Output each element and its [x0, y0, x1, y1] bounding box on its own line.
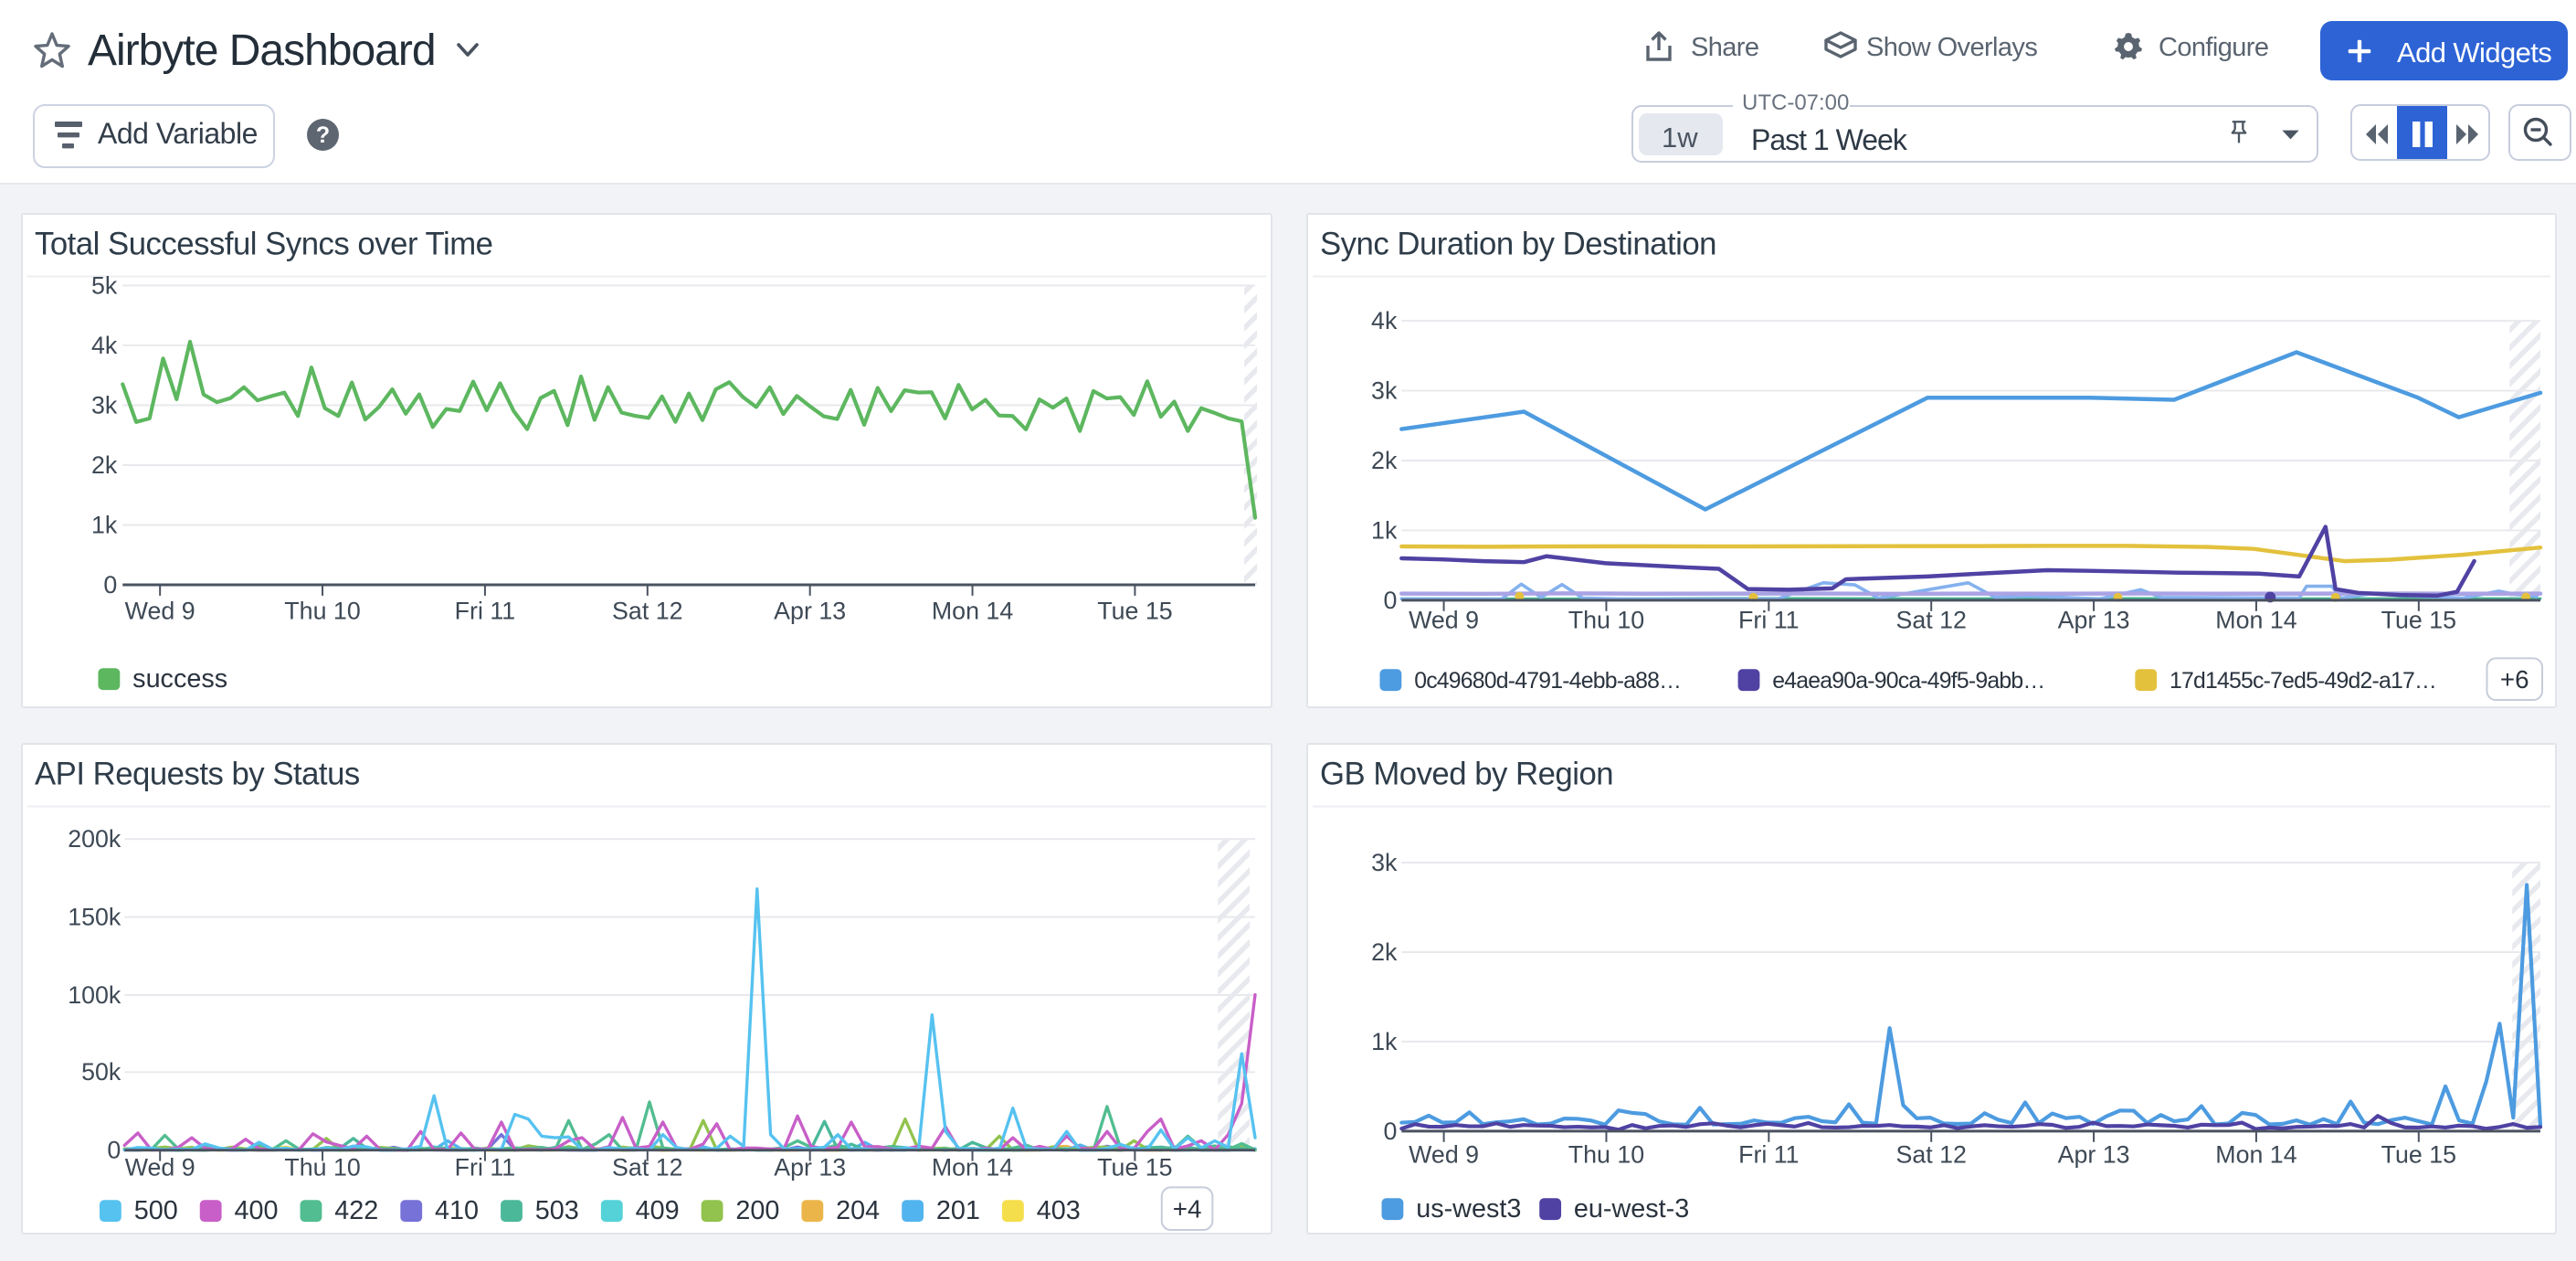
svg-text:3k: 3k [1371, 377, 1398, 405]
svg-text:3k: 3k [1371, 849, 1398, 876]
svg-text:0: 0 [1383, 1118, 1397, 1145]
svg-text:0: 0 [103, 571, 117, 599]
svg-text:Total Successful Syncs over Ti: Total Successful Syncs over Time [35, 228, 492, 262]
svg-text:50k: 50k [81, 1058, 121, 1086]
svg-text:success: success [132, 664, 227, 694]
svg-text:2k: 2k [1371, 447, 1398, 474]
svg-text:Thu 10: Thu 10 [1568, 1141, 1644, 1169]
svg-text:Wed 9: Wed 9 [1409, 607, 1479, 634]
svg-text:Tue 15: Tue 15 [2381, 607, 2456, 634]
svg-text:Fri 11: Fri 11 [1738, 607, 1800, 634]
svg-text:?: ? [316, 122, 330, 148]
svg-text:Fri 11: Fri 11 [1738, 1141, 1799, 1169]
svg-text:GB Moved by Region: GB Moved by Region [1320, 758, 1613, 792]
svg-text:422: 422 [334, 1196, 378, 1225]
svg-text:3k: 3k [91, 391, 118, 419]
svg-text:Sat 12: Sat 12 [612, 598, 682, 625]
svg-text:1k: 1k [91, 511, 118, 538]
svg-text:Fri 11: Fri 11 [455, 1153, 515, 1181]
svg-text:Apr 13: Apr 13 [2058, 607, 2130, 634]
svg-text:200k: 200k [68, 825, 121, 853]
svg-text:201: 201 [936, 1196, 980, 1225]
svg-text:Mon 14: Mon 14 [2215, 1141, 2296, 1169]
svg-text:403: 403 [1037, 1196, 1081, 1225]
svg-text:1k: 1k [1371, 1028, 1398, 1055]
svg-text:500: 500 [134, 1196, 178, 1225]
svg-text:API Requests by Status: API Requests by Status [35, 758, 360, 792]
svg-text:400: 400 [234, 1196, 278, 1225]
svg-text:503: 503 [535, 1196, 579, 1225]
svg-text:0c49680d-4791-4ebb-a88…: 0c49680d-4791-4ebb-a88… [1414, 669, 1681, 694]
svg-text:100k: 100k [68, 981, 121, 1009]
svg-text:e4aea90a-90ca-49f5-9abb…: e4aea90a-90ca-49f5-9abb… [1772, 669, 2044, 694]
svg-text:Sat 12: Sat 12 [1895, 1141, 1966, 1169]
svg-text:4k: 4k [91, 332, 118, 359]
svg-text:2k: 2k [91, 451, 118, 479]
svg-text:Thu 10: Thu 10 [1568, 607, 1644, 634]
svg-text:150k: 150k [68, 904, 121, 931]
svg-text:409: 409 [636, 1196, 680, 1225]
svg-text:Apr 13: Apr 13 [2058, 1141, 2130, 1169]
svg-text:Fri 11: Fri 11 [455, 598, 516, 625]
svg-text:Mon 14: Mon 14 [2215, 607, 2296, 634]
svg-text:Thu 10: Thu 10 [284, 1153, 360, 1181]
svg-text:Sync Duration by Destination: Sync Duration by Destination [1320, 228, 1716, 262]
svg-text:410: 410 [435, 1196, 479, 1225]
svg-text:2k: 2k [1371, 938, 1398, 966]
svg-text:Mon 14: Mon 14 [932, 1153, 1013, 1181]
svg-text:+4: +4 [1173, 1195, 1202, 1224]
svg-text:200: 200 [735, 1196, 779, 1225]
svg-text:us-west3: us-west3 [1416, 1194, 1521, 1224]
svg-text:Thu 10: Thu 10 [284, 598, 360, 625]
svg-text:Sat 12: Sat 12 [1895, 607, 1966, 634]
svg-text:Apr 13: Apr 13 [774, 598, 846, 625]
svg-text:4k: 4k [1371, 307, 1398, 334]
svg-text:Mon 14: Mon 14 [932, 598, 1013, 625]
svg-text:Wed 9: Wed 9 [1409, 1141, 1479, 1169]
svg-text:17d1455c-7ed5-49d2-a17…: 17d1455c-7ed5-49d2-a17… [2170, 669, 2436, 694]
svg-text:5k: 5k [91, 271, 118, 299]
svg-text:Tue 15: Tue 15 [2381, 1141, 2456, 1169]
svg-text:Sat 12: Sat 12 [612, 1153, 682, 1181]
svg-text:204: 204 [836, 1196, 880, 1225]
svg-text:Apr 13: Apr 13 [774, 1153, 846, 1181]
svg-text:0: 0 [1383, 587, 1397, 614]
svg-text:0: 0 [107, 1137, 121, 1164]
svg-text:eu-west-3: eu-west-3 [1574, 1194, 1689, 1224]
svg-text:+6: +6 [2500, 665, 2529, 694]
svg-text:Wed 9: Wed 9 [125, 1153, 195, 1181]
svg-text:1k: 1k [1371, 516, 1398, 544]
svg-text:Wed 9: Wed 9 [125, 598, 195, 625]
svg-text:Tue 15: Tue 15 [1097, 1153, 1172, 1181]
svg-text:Tue 15: Tue 15 [1097, 598, 1172, 625]
